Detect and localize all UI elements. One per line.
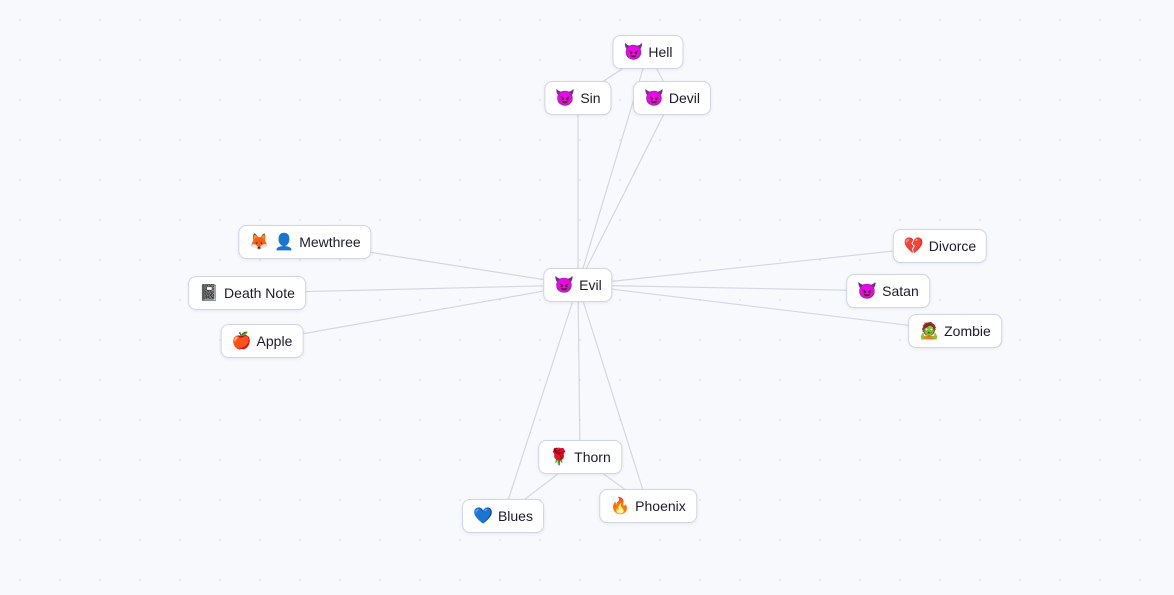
node-icon2-mewthree: 👤	[274, 232, 294, 252]
node-zombie[interactable]: 🧟 Zombie	[908, 314, 1002, 348]
node-label-apple: Apple	[257, 333, 293, 349]
node-label-phoenix: Phoenix	[635, 498, 686, 514]
node-phoenix[interactable]: 🔥 Phoenix	[599, 489, 697, 523]
node-label-zombie: Zombie	[944, 323, 991, 339]
node-icon-devil: 😈	[644, 88, 664, 108]
node-icon-satan: 😈	[857, 281, 877, 301]
node-icon-mewthree: 🦊	[249, 232, 269, 252]
node-label-blues: Blues	[498, 508, 533, 524]
node-thorn[interactable]: 🌹 Thorn	[538, 440, 622, 474]
node-icon-evil: 😈	[554, 275, 574, 295]
node-icon-phoenix: 🔥	[610, 496, 630, 516]
node-label-satan: Satan	[882, 283, 919, 299]
node-satan[interactable]: 😈 Satan	[846, 274, 930, 308]
node-icon-apple: 🍎	[232, 331, 252, 351]
node-icon-thorn: 🌹	[549, 447, 569, 467]
node-label-devil: Devil	[669, 90, 700, 106]
node-label-divorce: Divorce	[929, 238, 976, 254]
node-label-thorn: Thorn	[574, 449, 611, 465]
node-label-evil: Evil	[579, 277, 602, 293]
node-deathnote[interactable]: 📓 Death Note	[188, 276, 306, 310]
node-label-sin: Sin	[580, 90, 600, 106]
node-hell[interactable]: 😈 Hell	[612, 35, 683, 69]
node-icon-hell: 😈	[623, 42, 643, 62]
node-icon-divorce: 💔	[904, 236, 924, 256]
node-apple[interactable]: 🍎 Apple	[221, 324, 304, 358]
node-blues[interactable]: 💙 Blues	[462, 499, 544, 533]
node-icon-deathnote: 📓	[199, 283, 219, 303]
node-label-hell: Hell	[648, 44, 672, 60]
node-mewthree[interactable]: 🦊👤 Mewthree	[238, 225, 371, 259]
node-icon-blues: 💙	[473, 506, 493, 526]
node-icon-sin: 😈	[555, 88, 575, 108]
node-divorce[interactable]: 💔 Divorce	[893, 229, 987, 263]
node-label-deathnote: Death Note	[224, 285, 295, 301]
node-devil[interactable]: 😈 Devil	[633, 81, 711, 115]
node-sin[interactable]: 😈 Sin	[544, 81, 611, 115]
node-evil[interactable]: 😈 Evil	[543, 268, 612, 302]
node-icon-zombie: 🧟	[919, 321, 939, 341]
node-label-mewthree: Mewthree	[299, 234, 360, 250]
